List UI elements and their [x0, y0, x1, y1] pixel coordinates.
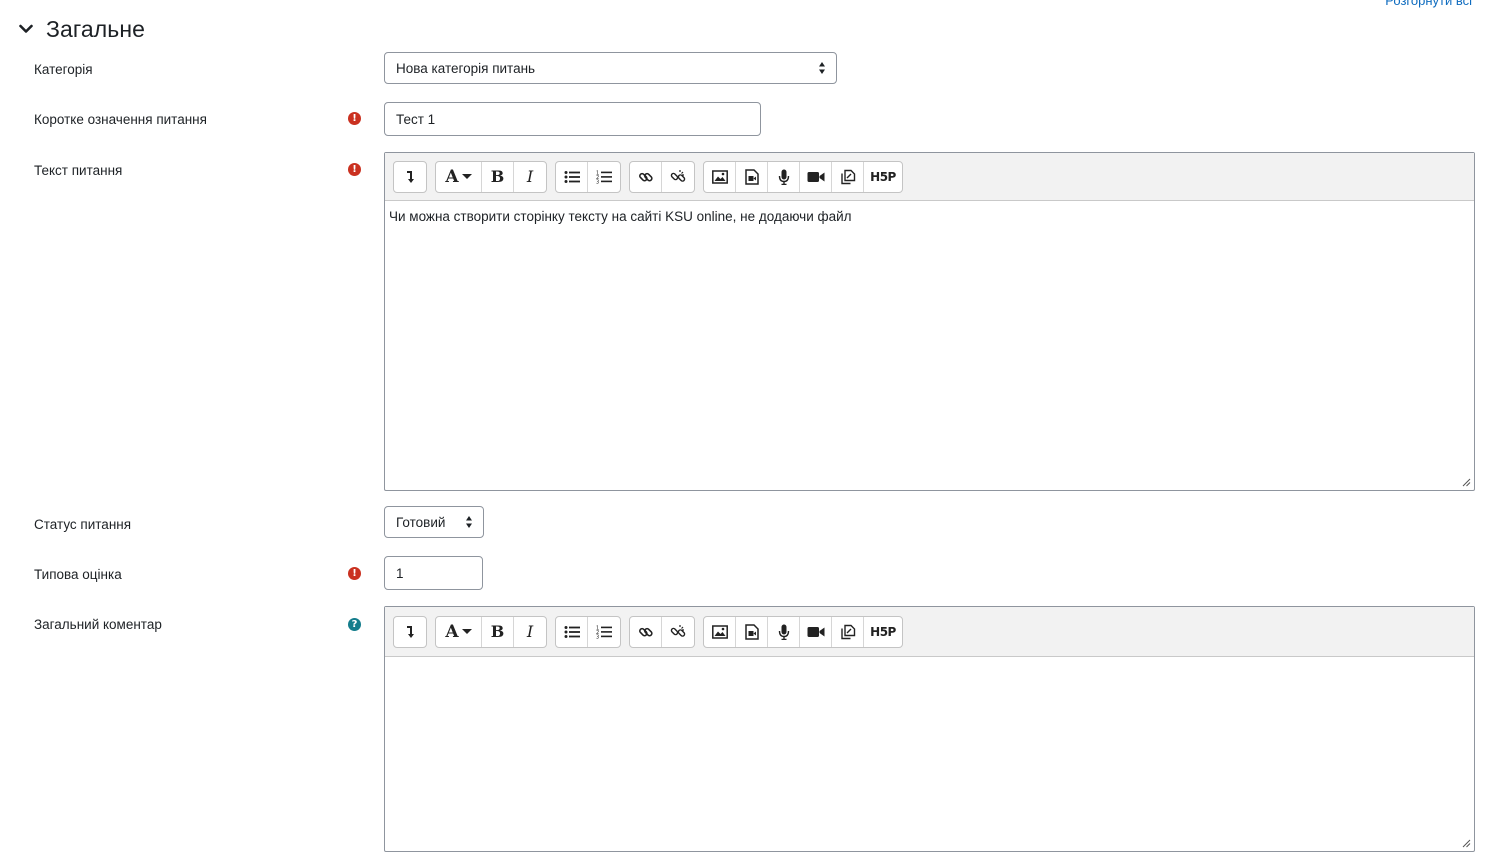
category-select-value: Нова категорія питань: [396, 60, 536, 76]
question-text-label: Текст питання: [34, 163, 123, 178]
required-icon: !: [348, 112, 361, 125]
show-more-icon[interactable]: [394, 617, 426, 647]
question-status-select[interactable]: Готовий: [384, 506, 484, 538]
question-text-editor[interactable]: A B I 123 H5P Чи можна створити сторінку…: [384, 152, 1475, 491]
link-icon[interactable]: [630, 616, 662, 647]
expand-all-link[interactable]: Розгорнути всі: [1385, 0, 1472, 8]
unlink-icon[interactable]: [662, 617, 694, 647]
ordered-list-icon[interactable]: 123: [588, 162, 620, 192]
font-color-icon[interactable]: A: [436, 161, 482, 192]
manage-files-icon[interactable]: [832, 616, 864, 647]
manage-files-icon[interactable]: [832, 161, 864, 192]
category-select[interactable]: Нова категорія питань: [384, 52, 837, 84]
general-feedback-content[interactable]: [385, 657, 1474, 850]
image-icon[interactable]: [704, 616, 736, 647]
select-arrows-icon: [466, 516, 472, 528]
question-text-content[interactable]: Чи можна створити сторінку тексту на сай…: [385, 201, 1474, 489]
required-icon: !: [348, 567, 361, 580]
image-icon[interactable]: [704, 161, 736, 192]
unlink-icon[interactable]: [662, 162, 694, 192]
default-mark-input[interactable]: 1: [384, 556, 483, 590]
select-arrows-icon: [819, 62, 825, 74]
record-audio-icon[interactable]: [768, 161, 800, 192]
record-audio-icon[interactable]: [768, 616, 800, 647]
help-icon[interactable]: ?: [348, 618, 361, 631]
section-title: Загальне: [46, 15, 146, 42]
editor-toolbar: A B I 123 H5P: [385, 607, 1474, 657]
default-mark-value: 1: [396, 565, 404, 581]
italic-icon[interactable]: I: [514, 617, 546, 647]
section-header-general[interactable]: Загальне: [18, 14, 145, 44]
h5p-icon[interactable]: H5P: [864, 162, 902, 192]
chevron-down-icon[interactable]: [18, 21, 34, 37]
media-icon[interactable]: [736, 161, 768, 192]
category-label: Категорія: [34, 62, 93, 77]
editor-toolbar: A B I 123 H5P: [385, 153, 1474, 201]
link-icon[interactable]: [630, 161, 662, 192]
bold-icon[interactable]: B: [482, 616, 514, 647]
bold-icon[interactable]: B: [482, 161, 514, 192]
general-feedback-editor[interactable]: A B I 123 H5P: [384, 606, 1475, 852]
question-status-value: Готовий: [396, 514, 446, 530]
default-mark-label: Типова оцінка: [34, 567, 122, 582]
question-text-value: Чи можна створити сторінку тексту на сай…: [389, 209, 852, 224]
resize-handle-icon[interactable]: [1461, 477, 1471, 487]
font-color-icon[interactable]: A: [436, 616, 482, 647]
ordered-list-icon[interactable]: 123: [588, 617, 620, 647]
question-name-input[interactable]: Тест 1: [384, 102, 761, 136]
unordered-list-icon[interactable]: [556, 616, 588, 647]
record-video-icon[interactable]: [800, 616, 832, 647]
show-more-icon[interactable]: [394, 162, 426, 192]
general-feedback-label: Загальний коментар: [34, 617, 162, 632]
question-status-label: Статус питання: [34, 517, 132, 532]
resize-handle-icon[interactable]: [1461, 838, 1471, 848]
question-name-value: Тест 1: [396, 111, 436, 127]
question-name-label: Коротке означення питання: [34, 112, 207, 127]
record-video-icon[interactable]: [800, 161, 832, 192]
unordered-list-icon[interactable]: [556, 161, 588, 192]
required-icon: !: [348, 163, 361, 176]
media-icon[interactable]: [736, 616, 768, 647]
svg-text:3: 3: [596, 634, 599, 639]
italic-icon[interactable]: I: [514, 162, 546, 192]
h5p-icon[interactable]: H5P: [864, 617, 902, 647]
svg-text:3: 3: [596, 179, 599, 184]
